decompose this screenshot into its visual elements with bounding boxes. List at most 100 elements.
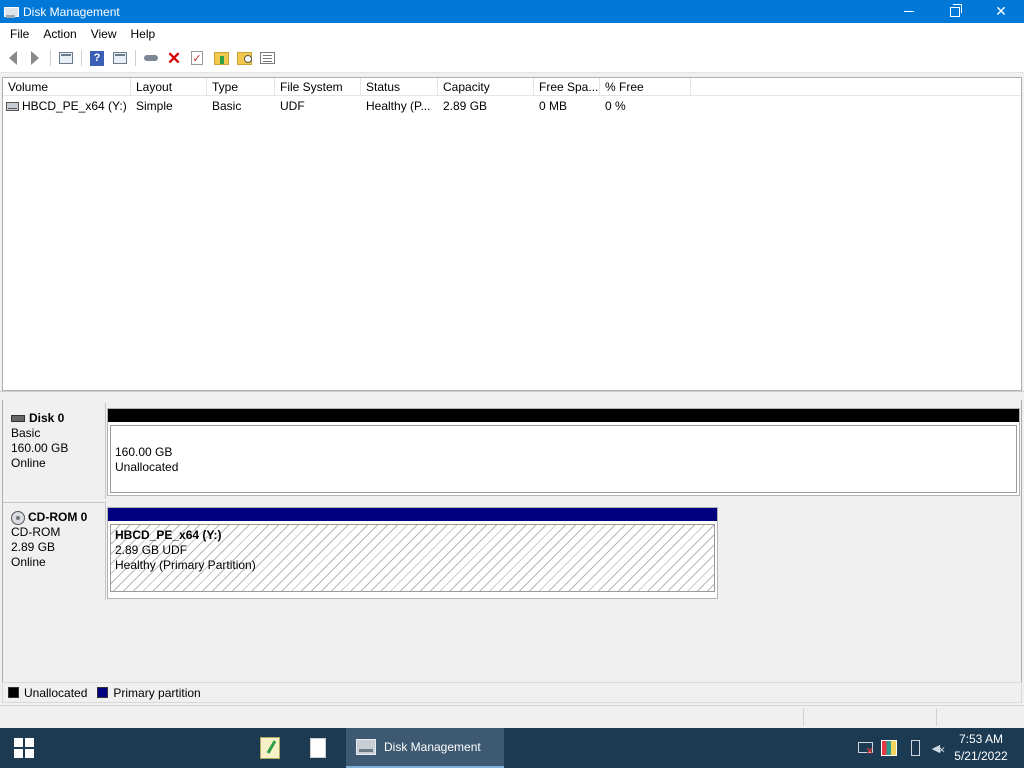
hard-disk-icon	[11, 415, 25, 422]
primary-partition-bar	[108, 508, 717, 521]
primary-partition-region[interactable]: HBCD_PE_x64 (Y:) 2.89 GB UDF Healthy (Pr…	[110, 524, 715, 592]
toolbar-separator	[50, 50, 51, 66]
clock-date: 5/21/2022	[954, 749, 1008, 763]
column-file-system[interactable]: File System	[275, 78, 361, 96]
legend-item-unallocated: Unallocated	[8, 686, 87, 700]
usb-device-icon[interactable]	[907, 740, 923, 756]
clock[interactable]: 7:53 AM 5/21/2022	[948, 731, 1014, 765]
start-button[interactable]	[0, 728, 48, 768]
taskbar: Disk Management ◄ 7:53 AM 5/21/2022	[0, 728, 1024, 768]
column-free-space[interactable]: Free Spa...	[534, 78, 600, 96]
primary-partition-swatch	[97, 687, 109, 698]
restore-icon	[950, 3, 962, 17]
back-icon	[9, 51, 17, 65]
taskbar-file-button[interactable]	[298, 728, 338, 768]
unallocated-swatch	[8, 687, 19, 698]
menu-action[interactable]: Action	[36, 25, 83, 43]
forward-button[interactable]	[26, 49, 44, 67]
properties-button[interactable]	[111, 49, 129, 67]
cell-free-space: 0 MB	[539, 99, 568, 113]
cell-volume: HBCD_PE_x64 (Y:)	[3, 98, 131, 114]
delete-button[interactable]: ✕	[165, 49, 183, 67]
forward-icon	[31, 51, 39, 65]
column-volume[interactable]: Volume	[3, 78, 131, 96]
notepad-icon	[260, 737, 280, 759]
connect-disk-icon	[144, 55, 158, 61]
toolbar-separator	[81, 50, 82, 66]
color-app-icon[interactable]	[881, 740, 897, 756]
minimize-icon	[904, 11, 914, 12]
cell-file-system: UDF	[280, 99, 305, 113]
column-layout[interactable]: Layout	[131, 78, 207, 96]
column-percent-free[interactable]: % Free	[600, 78, 691, 96]
cdrom-0-state: Online	[11, 555, 46, 569]
title-bar: Disk Management ✕	[0, 0, 1024, 23]
legend-label: Unallocated	[24, 685, 88, 700]
check-button[interactable]: ✓	[188, 49, 206, 67]
menu-help[interactable]: Help	[124, 25, 163, 43]
unallocated-bar	[108, 409, 1019, 422]
pane-splitter[interactable]	[0, 391, 1024, 399]
cell-layout: Simple	[136, 99, 173, 113]
disk-management-icon	[356, 739, 376, 755]
cdrom-0-label[interactable]: CD-ROM 0 CD-ROM 2.89 GB Online	[3, 502, 106, 600]
cdrom-0-partition-area: HBCD_PE_x64 (Y:) 2.89 GB UDF Healthy (Pr…	[107, 507, 718, 599]
legend-label: Primary partition	[113, 685, 201, 700]
unallocated-region[interactable]: 160.00 GB Unallocated	[110, 425, 1017, 493]
drive-icon	[6, 102, 19, 112]
show-hide-console-tree-button[interactable]	[57, 49, 75, 67]
partition-status: Healthy (Primary Partition)	[115, 558, 256, 572]
network-disconnected-icon[interactable]	[858, 740, 874, 757]
explore-button[interactable]	[235, 49, 253, 67]
cell-capacity: 2.89 GB	[443, 99, 488, 113]
cdrom-0-type: CD-ROM	[11, 525, 61, 539]
back-button[interactable]	[4, 49, 22, 67]
disk-0-label[interactable]: Disk 0 Basic 160.00 GB Online	[3, 403, 106, 499]
open-button[interactable]	[212, 49, 230, 67]
column-capacity[interactable]: Capacity	[438, 78, 534, 96]
details-button[interactable]	[258, 49, 276, 67]
disk-0-name: Disk 0	[11, 411, 105, 426]
cell-status: Healthy (P...	[366, 99, 431, 113]
status-separator	[803, 709, 804, 726]
volume-list: Volume Layout Type File System Status Ca…	[2, 77, 1022, 391]
unallocated-label: Unallocated	[115, 460, 179, 474]
cdrom-0-size: 2.89 GB	[11, 540, 56, 554]
toolbar-separator	[135, 50, 136, 66]
help-icon: ?	[90, 50, 104, 66]
restore-button[interactable]	[932, 0, 978, 23]
partition-name: HBCD_PE_x64 (Y:)	[115, 528, 222, 542]
menu-file[interactable]: File	[3, 25, 36, 43]
volume-list-header: Volume Layout Type File System Status Ca…	[3, 78, 1021, 96]
column-type[interactable]: Type	[207, 78, 275, 96]
taskbar-disk-management-button[interactable]: Disk Management	[346, 728, 504, 768]
volume-muted-icon[interactable]: ◄	[929, 740, 946, 758]
disk-0-title: Disk 0	[29, 411, 65, 425]
window-title: Disk Management	[23, 4, 120, 19]
show-hide-console-tree-icon	[59, 52, 73, 64]
close-button[interactable]: ✕	[978, 0, 1024, 23]
disk-0-type: Basic	[11, 426, 41, 440]
check-icon: ✓	[191, 51, 203, 65]
menu-bar: File Action View Help	[0, 23, 1024, 44]
cdrom-0-name: CD-ROM 0	[11, 510, 105, 525]
cd-rom-icon	[11, 510, 25, 525]
help-button[interactable]: ?	[88, 49, 106, 67]
minimize-button[interactable]	[886, 0, 932, 23]
delete-icon: ✕	[166, 48, 182, 68]
windows-logo-icon	[14, 738, 34, 758]
status-bar	[0, 705, 1024, 728]
column-status[interactable]: Status	[361, 78, 438, 96]
disk-0-state: Online	[11, 456, 46, 470]
cdrom-0-title: CD-ROM 0	[28, 510, 88, 524]
menu-view[interactable]: View	[84, 25, 124, 43]
disk-0-partition-area: 160.00 GB Unallocated	[107, 408, 1020, 496]
cell-percent-free: 0 %	[605, 99, 626, 113]
partition-size-fs: 2.89 GB UDF	[115, 543, 188, 557]
disk-0-size: 160.00 GB	[11, 441, 69, 455]
connect-disk-button[interactable]	[142, 49, 160, 67]
open-folder-icon	[213, 51, 229, 65]
details-list-icon	[259, 52, 275, 64]
disk-map: Disk 0 Basic 160.00 GB Online 160.00 GB …	[2, 400, 1022, 682]
taskbar-notepad-button[interactable]	[250, 728, 290, 768]
